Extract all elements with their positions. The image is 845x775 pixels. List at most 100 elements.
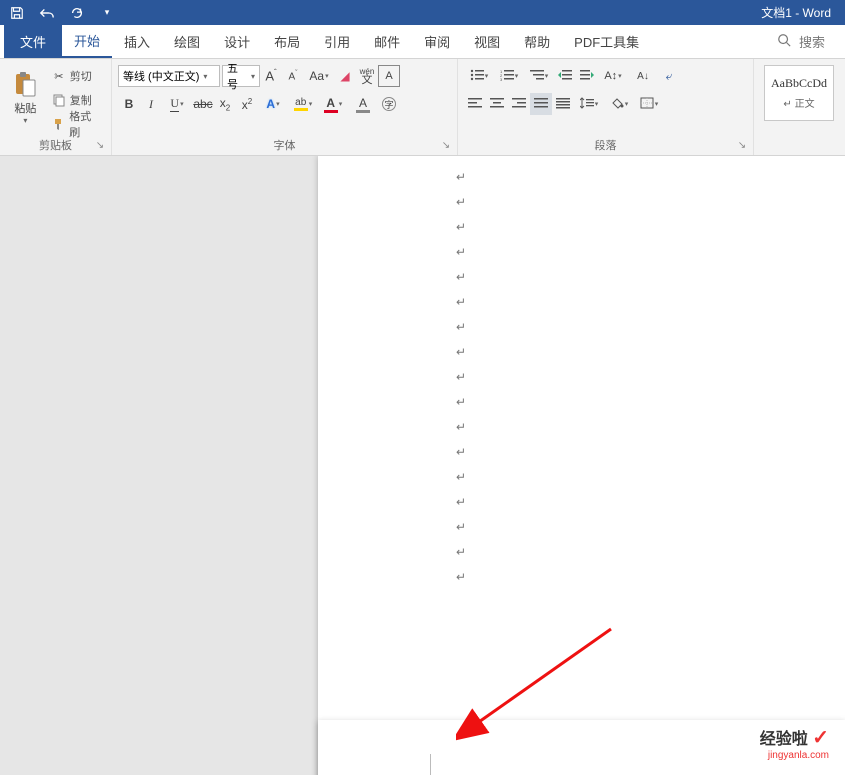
bold-button[interactable]: B [118, 93, 140, 115]
sort-icon: A↓ [637, 71, 649, 82]
redo-button[interactable] [64, 0, 90, 25]
tab-draw[interactable]: 绘图 [162, 25, 212, 58]
grow-font-button[interactable]: Aˆ [260, 65, 282, 87]
cut-button[interactable]: ✂ 剪切 [47, 65, 105, 87]
chevron-down-icon: ▾ [515, 72, 519, 80]
paragraph-launcher[interactable]: ↘ [735, 138, 749, 152]
qat-customize-button[interactable]: ▾ [94, 0, 120, 25]
shrink-font-icon: Aˇ [288, 70, 297, 82]
title-bar: ▾ 文档1 - Word [0, 0, 845, 25]
brush-icon [51, 116, 66, 132]
highlight-button[interactable]: ab▾ [288, 93, 318, 115]
decrease-indent-button[interactable] [554, 65, 576, 87]
line-spacing-button[interactable]: ▾ [574, 93, 604, 115]
tab-design[interactable]: 设计 [212, 25, 262, 58]
phonetic-guide-button[interactable]: wén文 [356, 65, 378, 87]
page-1[interactable] [318, 156, 845, 775]
font-name-select[interactable]: 等线 (中文正文) ▾ [118, 65, 220, 87]
asian-layout-button[interactable]: A↕▾ [598, 65, 628, 87]
watermark: 经验啦 ✓ jingyanla.com [760, 725, 829, 761]
paragraph-mark: ↵ [456, 395, 466, 410]
paragraph-mark: ↵ [456, 495, 466, 510]
justify-button[interactable] [530, 93, 552, 115]
font-size-select[interactable]: 五号 ▾ [222, 65, 260, 87]
sort-button[interactable]: A↓ [628, 65, 658, 87]
multilevel-list-button[interactable]: ▾ [524, 65, 554, 87]
strike-icon: abc [193, 97, 212, 111]
shrink-font-button[interactable]: Aˇ [282, 65, 304, 87]
borders-button[interactable]: ▾ [634, 93, 664, 115]
character-border-button[interactable]: A [378, 65, 400, 87]
tab-mail[interactable]: 邮件 [362, 25, 412, 58]
bullets-icon [470, 69, 484, 84]
enclose-char-button[interactable]: 字 [378, 93, 400, 115]
numbering-button[interactable]: 123▾ [494, 65, 524, 87]
paragraph-mark: ↵ [456, 220, 466, 235]
group-title-clipboard: 剪贴板 ↘ [6, 137, 105, 155]
bold-icon: B [125, 97, 134, 111]
clipboard-launcher[interactable]: ↘ [93, 138, 107, 152]
font-color-icon: A [324, 96, 338, 113]
text-effects-button[interactable]: A▾ [258, 93, 288, 115]
chevron-down-icon: ▾ [23, 116, 27, 125]
underline-button[interactable]: U▾ [162, 93, 192, 115]
check-icon: ✓ [812, 727, 829, 749]
save-icon [10, 6, 24, 20]
document-canvas[interactable]: ↵ ↵ ↵ ↵ ↵ ↵ ↵ ↵ ↵ ↵ ↵ ↵ ↵ ↵ ↵ ↵ ↵ 经验啦 ✓ … [0, 156, 845, 775]
chevron-down-icon: ▾ [339, 100, 343, 108]
change-case-button[interactable]: Aa▾ [304, 65, 334, 87]
italic-icon: I [149, 97, 153, 112]
subscript-button[interactable]: x2 [214, 93, 236, 115]
format-painter-button[interactable]: 格式刷 [47, 113, 105, 135]
tab-layout[interactable]: 布局 [262, 25, 312, 58]
copy-label: 复制 [70, 92, 92, 108]
tab-view[interactable]: 视图 [462, 25, 512, 58]
italic-button[interactable]: I [140, 93, 162, 115]
tab-insert[interactable]: 插入 [112, 25, 162, 58]
save-button[interactable] [4, 0, 30, 25]
tab-file[interactable]: 文件 [4, 25, 62, 58]
style-sample: AaBbCcDd [771, 76, 827, 91]
distribute-button[interactable] [552, 93, 574, 115]
paragraph-mark: ↵ [456, 470, 466, 485]
tab-home[interactable]: 开始 [62, 25, 112, 58]
paragraph-mark: ↵ [456, 570, 466, 585]
search-area[interactable]: 搜索 [777, 25, 845, 58]
paragraph-mark: ↵ [456, 345, 466, 360]
char-border-icon: A [385, 70, 392, 82]
paragraph-mark: ↵ [456, 170, 466, 185]
format-painter-label: 格式刷 [69, 108, 101, 140]
clear-formatting-button[interactable]: ◢ [334, 65, 356, 87]
align-left-button[interactable] [464, 93, 486, 115]
style-normal[interactable]: AaBbCcDd ↵ 正文 [764, 65, 834, 121]
font-launcher[interactable]: ↘ [439, 138, 453, 152]
font-color-button[interactable]: A▾ [318, 93, 348, 115]
watermark-url: jingyanla.com [760, 750, 829, 761]
tab-references[interactable]: 引用 [312, 25, 362, 58]
watermark-text: 经验啦 [760, 731, 808, 748]
chevron-down-icon: ▾ [105, 7, 110, 18]
undo-button[interactable] [34, 0, 60, 25]
paste-button[interactable]: 粘贴 ▾ [6, 61, 45, 133]
tab-review[interactable]: 审阅 [412, 25, 462, 58]
group-styles: AaBbCcDd ↵ 正文 [754, 59, 845, 155]
highlight-icon: ab [294, 97, 308, 111]
tab-pdf-tools[interactable]: PDF工具集 [562, 25, 651, 58]
align-right-icon [512, 97, 526, 112]
group-title-paragraph: 段落 ↘ [464, 137, 747, 155]
shading-button[interactable]: ▾ [604, 93, 634, 115]
group-title-font: 字体 ↘ [118, 137, 451, 155]
chevron-down-icon: ▾ [618, 72, 622, 80]
show-marks-button[interactable]: ⤶ [658, 65, 680, 87]
align-center-button[interactable] [486, 93, 508, 115]
increase-indent-button[interactable] [576, 65, 598, 87]
align-right-button[interactable] [508, 93, 530, 115]
tab-help[interactable]: 帮助 [512, 25, 562, 58]
outdent-icon [558, 69, 572, 84]
underline-icon: U [170, 96, 179, 112]
char-shading-button[interactable]: A [348, 93, 378, 115]
bullets-button[interactable]: ▾ [464, 65, 494, 87]
enclose-icon: 字 [382, 97, 396, 111]
superscript-button[interactable]: x2 [236, 93, 258, 115]
strikethrough-button[interactable]: abc [192, 93, 214, 115]
